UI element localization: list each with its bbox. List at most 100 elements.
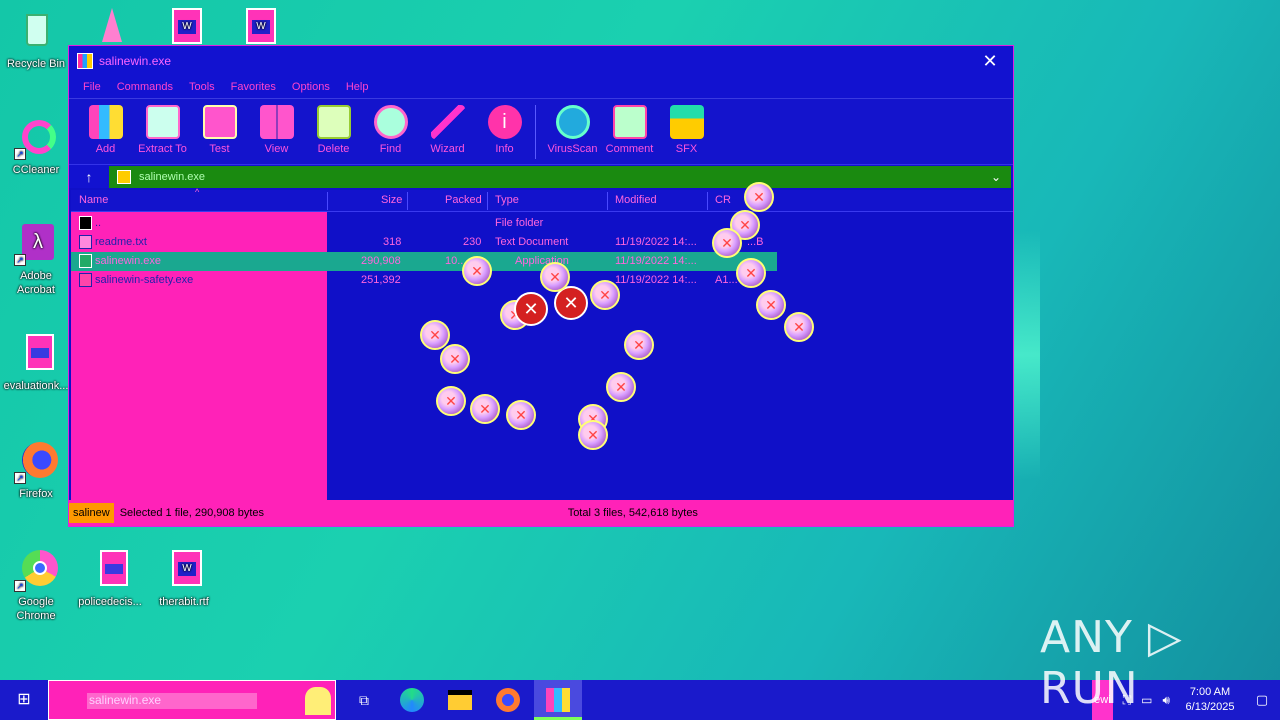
exe-file-icon <box>79 273 92 287</box>
status-archive-tab[interactable]: salinew <box>69 503 114 523</box>
close-button[interactable]: ✕ <box>967 46 1013 76</box>
desktop-icon-label: evaluationk... <box>3 380 69 392</box>
desktop-glow <box>1010 230 1040 480</box>
status-bar: salinew Selected 1 file, 290,908 bytes T… <box>69 500 1013 526</box>
search-text: salinewin.exe <box>87 693 257 709</box>
error-icon <box>784 312 814 342</box>
desktop-icon-evaluation[interactable]: evaluationk... <box>0 332 72 393</box>
taskbar-winrar[interactable] <box>534 680 582 720</box>
desktop-icon-ccleaner[interactable]: ↗ CCleaner <box>0 116 72 177</box>
menu-commands[interactable]: Commands <box>117 81 173 93</box>
find-button[interactable]: Find <box>362 105 419 155</box>
wizard-button[interactable]: Wizard <box>419 105 476 155</box>
start-button[interactable]: ⊞ <box>0 680 48 720</box>
info-button[interactable]: i Info <box>476 105 533 155</box>
test-button[interactable]: Test <box>191 105 248 155</box>
menu-options[interactable]: Options <box>292 81 330 93</box>
table-row[interactable]: .. File folder <box>71 214 1013 233</box>
taskbar-edge[interactable] <box>388 680 436 720</box>
error-icon <box>606 372 636 402</box>
error-icon <box>624 330 654 360</box>
up-one-level-button[interactable]: ↑ <box>69 169 109 185</box>
status-total: Total 3 files, 542,618 bytes <box>567 507 698 519</box>
status-selected: Selected 1 file, 290,908 bytes <box>119 507 265 519</box>
tool-label: SFX <box>675 143 698 155</box>
menu-file[interactable]: File <box>83 81 101 93</box>
column-header-size[interactable]: Size <box>381 194 402 206</box>
table-row[interactable]: readme.txt 318 230 Text Document 11/19/2… <box>71 233 1013 252</box>
comment-button[interactable]: Comment <box>601 105 658 155</box>
word-doc-icon: W <box>162 6 206 50</box>
file-modified: 11/19/2022 14:... <box>615 274 697 286</box>
desktop-icon-firefox[interactable]: ↗ Firefox <box>0 440 72 501</box>
view-button[interactable]: View <box>248 105 305 155</box>
virusscan-button[interactable]: VirusScan <box>544 105 601 155</box>
info-icon: i <box>487 105 522 139</box>
chrome-icon: ↗ <box>14 548 58 592</box>
tool-label: Extract To <box>138 143 187 155</box>
folder-extract-icon <box>145 105 180 139</box>
chevron-down-icon[interactable]: ⌄ <box>991 170 1011 184</box>
task-view-button[interactable]: ⧉ <box>340 680 388 720</box>
word-doc-icon: W <box>162 548 206 592</box>
sfx-button[interactable]: SFX <box>658 105 715 155</box>
virus-scan-icon <box>555 105 590 139</box>
error-icon <box>506 400 536 430</box>
shortcut-arrow-icon: ↗ <box>14 580 26 592</box>
archive-icon <box>117 169 131 184</box>
tool-label: View <box>264 143 289 155</box>
address-field[interactable]: salinewin.exe ⌄ <box>109 165 1011 188</box>
word-doc-icon: W <box>236 6 280 50</box>
desktop-icon-label: policedecis... <box>78 596 142 608</box>
folder-icon <box>448 690 472 710</box>
menu-help[interactable]: Help <box>346 81 369 93</box>
desktop-icon-therabit[interactable]: W therabit.rtf <box>148 548 220 609</box>
taskbar-search-box[interactable]: salinewin.exe <box>48 680 336 720</box>
file-type: Text Document <box>495 236 569 248</box>
error-icon <box>744 182 774 212</box>
comment-icon <box>612 105 647 139</box>
file-name: salinewin-safety.exe <box>95 274 194 286</box>
view-book-icon <box>259 105 294 139</box>
desktop-icon-label: Google Chrome <box>16 596 56 622</box>
desktop-icon-adobe-acrobat[interactable]: λ ↗ Adobe Acrobat <box>0 222 72 297</box>
delete-button[interactable]: Delete <box>305 105 362 155</box>
column-header-name[interactable]: Name <box>79 194 108 206</box>
extract-to-button[interactable]: Extract To <box>134 105 191 155</box>
column-header-packed[interactable]: Packed <box>445 194 482 206</box>
firefox-icon: ↗ <box>14 440 58 484</box>
acrobat-icon: λ ↗ <box>14 222 58 266</box>
error-icon: ✕ <box>514 292 548 326</box>
column-separator <box>607 192 608 210</box>
desktop-icon-recycle-bin[interactable]: Recycle Bin <box>0 10 72 71</box>
test-icon <box>202 105 237 139</box>
taskbar-firefox[interactable] <box>484 680 532 720</box>
sfx-icon <box>669 105 704 139</box>
column-separator <box>707 192 708 210</box>
winrar-icon <box>546 688 570 712</box>
error-icon <box>590 280 620 310</box>
taskbar-file-explorer[interactable] <box>436 680 484 720</box>
file-name: readme.txt <box>95 236 147 248</box>
menu-tools[interactable]: Tools <box>189 81 215 93</box>
column-header-crc[interactable]: CR <box>715 194 731 206</box>
desktop-icon-google-chrome[interactable]: ↗ Google Chrome <box>0 548 72 623</box>
shortcut-arrow-icon: ↗ <box>14 472 26 484</box>
menu-favorites[interactable]: Favorites <box>231 81 276 93</box>
desktop-icon-policedecis[interactable]: policedecis... <box>74 548 146 609</box>
magnifier-icon <box>373 105 408 139</box>
error-icon <box>470 394 500 424</box>
error-icon <box>736 258 766 288</box>
column-separator <box>407 192 408 210</box>
title-bar: salinewin.exe ✕ <box>69 46 1013 76</box>
column-header-modified[interactable]: Modified <box>615 194 657 206</box>
error-icon <box>712 228 742 258</box>
text-file-icon <box>79 235 92 249</box>
image-file-icon <box>14 332 58 376</box>
error-icon <box>578 420 608 450</box>
add-button[interactable]: Add <box>77 105 134 155</box>
column-header-type[interactable]: Type <box>495 194 519 206</box>
error-icon <box>462 256 492 286</box>
search-highlight-icon <box>305 687 331 715</box>
file-list-area: Name ^ Size Packed Type Modified CR .. F… <box>71 187 1013 500</box>
